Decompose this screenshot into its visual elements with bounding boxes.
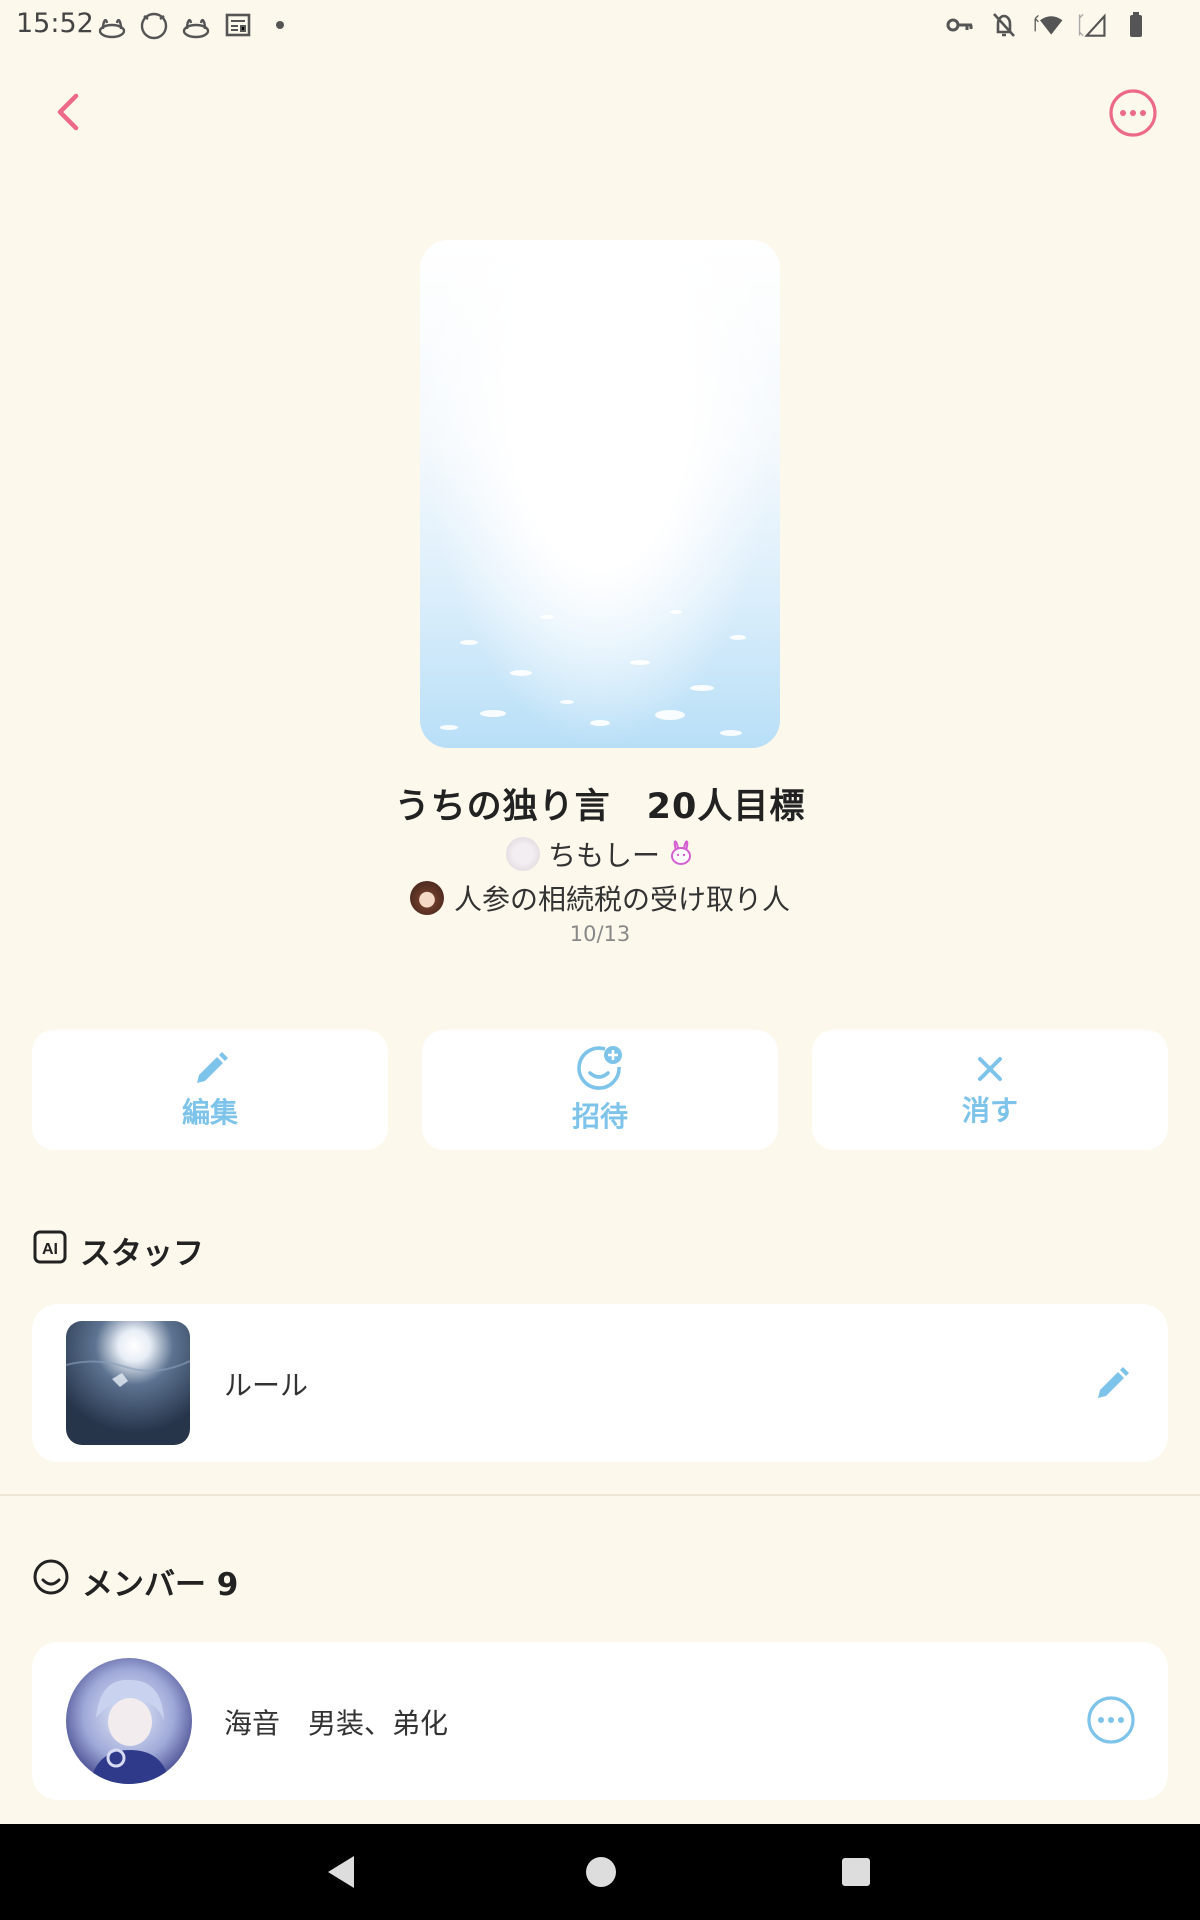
signal-icon xyxy=(1076,9,1108,41)
edit-button[interactable]: 編集 xyxy=(32,1030,388,1150)
triangle-back-icon xyxy=(328,1856,354,1888)
delete-label: 消す xyxy=(961,1094,1018,1127)
member-label: 海音 男装、弟化 xyxy=(224,1707,449,1740)
staff-heading-text: スタッフ xyxy=(80,1236,204,1272)
status-bar: 15:52 xyxy=(0,0,1200,50)
close-icon xyxy=(978,1057,1002,1081)
back-button[interactable] xyxy=(44,88,92,136)
wifi-icon xyxy=(1032,9,1064,41)
action-row: 編集 招待 消す xyxy=(32,1030,1168,1150)
delete-button[interactable]: 消す xyxy=(812,1030,1168,1150)
dot-icon xyxy=(264,9,296,41)
owner-name: ちもしー xyxy=(547,839,660,872)
owner-avatar xyxy=(505,837,540,871)
member-count: 10/13 xyxy=(569,922,631,946)
calendar-15-icon xyxy=(138,9,170,41)
rule-label: ルール xyxy=(224,1369,309,1402)
smile-icon xyxy=(32,1558,70,1604)
svg-text:AI: AI xyxy=(42,1241,58,1258)
rabbit-icon xyxy=(668,836,694,873)
bunny-notification-icon xyxy=(96,9,128,41)
room-cover-image[interactable] xyxy=(420,240,780,748)
room-title: うちの独り言 20人目標 xyxy=(394,787,806,827)
nav-back-button[interactable] xyxy=(326,1854,356,1894)
newspaper-icon xyxy=(222,9,254,41)
member-more-button[interactable] xyxy=(1086,1695,1136,1749)
pencil-icon xyxy=(1098,1367,1129,1398)
edit-rule-button[interactable] xyxy=(1092,1362,1134,1406)
battery-icon xyxy=(1120,9,1152,41)
edit-label: 編集 xyxy=(181,1096,238,1129)
system-navigation-bar xyxy=(0,1824,1200,1920)
pencil-icon xyxy=(197,1052,228,1083)
status-right-icons xyxy=(944,9,1152,41)
role-avatar xyxy=(409,881,444,915)
nav-home-button[interactable] xyxy=(586,1857,616,1887)
member-card[interactable]: 海音 男装、弟化 xyxy=(32,1642,1168,1800)
rule-thumbnail xyxy=(66,1321,190,1445)
member-avatar xyxy=(66,1658,192,1784)
invite-button[interactable]: 招待 xyxy=(422,1030,778,1150)
members-heading-text: メンバー 9 xyxy=(82,1566,239,1603)
bunny-notification-icon xyxy=(180,9,212,41)
status-time: 15:52 xyxy=(16,8,94,39)
staff-rule-card[interactable]: ルール xyxy=(32,1304,1168,1462)
vpn-key-icon xyxy=(944,9,976,41)
more-dots-icon xyxy=(1087,1696,1135,1744)
more-dots-icon xyxy=(1109,89,1157,137)
nav-recents-button[interactable] xyxy=(842,1858,870,1886)
section-divider xyxy=(0,1494,1200,1496)
chevron-left-icon xyxy=(57,93,79,131)
add-friend-icon xyxy=(577,1046,622,1090)
role-name: 人参の相続税の受け取り人 xyxy=(453,883,790,916)
more-options-button[interactable] xyxy=(1108,88,1158,138)
role-line[interactable]: 人参の相続税の受け取り人 xyxy=(0,878,1200,918)
invite-label: 招待 xyxy=(571,1100,628,1133)
status-left-icons xyxy=(96,9,296,41)
staff-section-heading: AI スタッフ xyxy=(32,1228,204,1273)
members-section-heading: メンバー 9 xyxy=(32,1558,238,1604)
ai-icon: AI xyxy=(32,1229,68,1273)
bell-off-icon xyxy=(988,9,1020,41)
owner-line[interactable]: ちもしー xyxy=(0,834,1200,874)
